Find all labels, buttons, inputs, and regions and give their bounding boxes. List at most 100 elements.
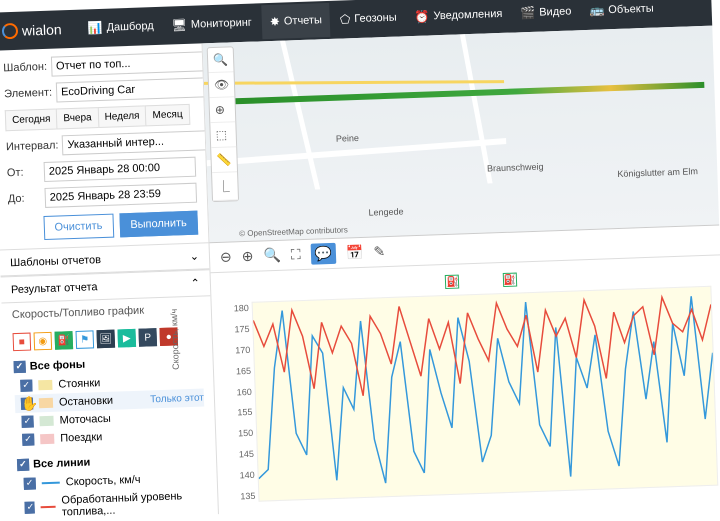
to-label: До: <box>8 192 41 205</box>
to-input[interactable] <box>44 183 197 208</box>
eye-icon[interactable]: 👁 <box>209 72 235 98</box>
run-button[interactable]: Выполнить <box>119 211 198 238</box>
element-select[interactable] <box>56 77 209 102</box>
nav-label: Видео <box>539 5 572 18</box>
chevron-up-icon: ⌃ <box>190 277 200 290</box>
y-axis-ticks: 180175170165160155150145140135 <box>225 303 256 502</box>
content-area: 🔍 👁 ⊕ ⬚ 📏 ⎿ Peine Braunschweig Königslut… <box>203 26 720 515</box>
objects-icon: 🚌 <box>589 3 604 18</box>
monitoring-icon: 🖥 <box>171 18 187 33</box>
only-this-link[interactable]: Только этот <box>150 392 204 405</box>
main-area: Шаблон: ⌄ 🔧 Элемент: ⌄ 🔧 Сегодня Вчера Н… <box>0 26 720 521</box>
map[interactable]: 🔍 👁 ⊕ ⬚ 📏 ⎿ Peine Braunschweig Königslut… <box>203 26 720 244</box>
parking-icon[interactable]: P <box>138 328 157 347</box>
element-label: Элемент: <box>4 87 52 101</box>
legend-label: Остановки <box>59 395 113 409</box>
legend-label: Скорость, км/ч <box>66 474 141 489</box>
video-icon: 🎬 <box>520 6 535 21</box>
image-icon[interactable]: 🖼 <box>96 330 115 349</box>
filter-icon[interactable]: ◉ <box>34 332 53 351</box>
checkbox[interactable] <box>17 459 29 471</box>
nav-dashboard[interactable]: 📊 Дашборд <box>79 9 162 46</box>
line-swatch <box>42 482 60 485</box>
period-tabs: Сегодня Вчера Неделя Месяц <box>5 104 195 132</box>
video-icon[interactable]: ▶ <box>117 329 136 348</box>
chart-plot[interactable]: 180175170165160155150145140135 <box>252 286 719 502</box>
zoom-out-icon[interactable]: ⊖ <box>220 248 232 265</box>
interval-label: Интервал: <box>6 139 59 153</box>
layers-icon[interactable]: ⬚ <box>210 122 236 148</box>
legend-fuel[interactable]: Обработанный уровень топлива,... <box>18 486 208 521</box>
search-icon[interactable]: 🔍 <box>208 47 234 73</box>
dashboard-icon: 📊 <box>87 21 102 36</box>
nav-label: Объекты <box>608 3 654 17</box>
period-month[interactable]: Месяц <box>145 104 190 127</box>
target-icon[interactable]: ⊕ <box>209 97 235 123</box>
period-today[interactable]: Сегодня <box>5 109 57 132</box>
bell-icon: ⏰ <box>414 9 429 24</box>
chart-lines <box>253 287 718 501</box>
template-select[interactable] <box>51 51 204 76</box>
period-week[interactable]: Неделя <box>97 105 146 128</box>
filter-icon[interactable]: ■ <box>13 333 32 352</box>
flag-icon[interactable]: ⚑ <box>75 330 94 349</box>
zoom-fit-icon[interactable]: 🔍 <box>263 247 281 265</box>
interval-select[interactable] <box>62 130 215 155</box>
fuel-marker-icon: ⛽ <box>502 273 516 287</box>
line-swatch <box>41 506 56 509</box>
logo-icon <box>2 23 19 40</box>
checkbox[interactable] <box>22 433 34 445</box>
fullscreen-icon[interactable]: ⛶ <box>291 246 301 263</box>
all-bg-label: Все фоны <box>30 359 86 373</box>
all-lines-label: Все линии <box>33 457 91 471</box>
geozones-icon: ⬠ <box>340 12 351 26</box>
from-label: От: <box>7 166 40 179</box>
map-city-label: Braunschweig <box>487 162 544 174</box>
color-swatch <box>39 398 53 408</box>
section-label: Результат отчета <box>11 281 98 296</box>
nav-label: Уведомления <box>433 8 502 22</box>
template-label: Шаблон: <box>3 61 47 75</box>
calendar-icon[interactable]: 📅 <box>346 244 364 262</box>
cursor-icon: ✋ <box>21 395 39 413</box>
legend-label: Моточасы <box>59 413 111 427</box>
nav-label: Отчеты <box>284 14 322 27</box>
legend-label: Поездки <box>60 431 102 444</box>
nav-reports[interactable]: ✸Отчеты <box>261 3 330 39</box>
zoom-in-icon[interactable]: ⊕ <box>241 248 253 265</box>
checkbox[interactable] <box>21 415 33 427</box>
from-input[interactable] <box>44 157 197 182</box>
clear-button[interactable]: Очистить <box>43 214 114 240</box>
nav-monitoring[interactable]: 🖥 Мониторинг <box>163 5 260 42</box>
nav-label: Мониторинг <box>191 17 252 31</box>
map-city-label: Peine <box>336 133 359 144</box>
chart-area: ⛽ ⛽ Скорость, км/ч 180175170165160155150… <box>211 255 720 514</box>
legend-label: Стоянки <box>58 377 100 390</box>
edit-icon[interactable]: ✎ <box>373 243 385 260</box>
fuel-marker-icon: ⛽ <box>445 275 459 289</box>
ruler-icon[interactable]: 📏 <box>211 147 237 173</box>
checkbox[interactable] <box>20 380 32 392</box>
color-swatch <box>40 434 54 444</box>
fuel-icon[interactable]: ⛽ <box>55 331 74 350</box>
nav-label: Геозоны <box>354 12 397 25</box>
nav-label: Дашборд <box>106 20 153 34</box>
messages-icon[interactable]: 💬 <box>310 243 336 265</box>
scale-icon[interactable]: ⎿ <box>212 172 238 201</box>
nav-objects[interactable]: 🚌 Объекты <box>581 0 662 28</box>
map-roads <box>203 33 508 193</box>
checkbox[interactable] <box>14 361 26 373</box>
logo-text: wialon <box>22 21 62 38</box>
nav-video[interactable]: 🎬 Видео <box>512 0 580 31</box>
y-axis-label: Скорость, км/ч <box>169 308 181 369</box>
nav-notifications[interactable]: ⏰ Уведомления <box>406 0 511 34</box>
nav-geozones[interactable]: ⬠Геозоны <box>331 0 405 37</box>
section-label: Шаблоны отчетов <box>10 254 101 269</box>
period-yesterday[interactable]: Вчера <box>56 107 98 129</box>
checkbox[interactable] <box>24 502 35 514</box>
map-city-label: Lengede <box>368 206 403 217</box>
sidebar: Шаблон: ⌄ 🔧 Элемент: ⌄ 🔧 Сегодня Вчера Н… <box>0 43 219 521</box>
map-tools: 🔍 👁 ⊕ ⬚ 📏 ⎿ <box>207 46 240 202</box>
map-attribution: © OpenStreetMap contributors <box>239 225 348 238</box>
checkbox[interactable] <box>24 477 36 489</box>
